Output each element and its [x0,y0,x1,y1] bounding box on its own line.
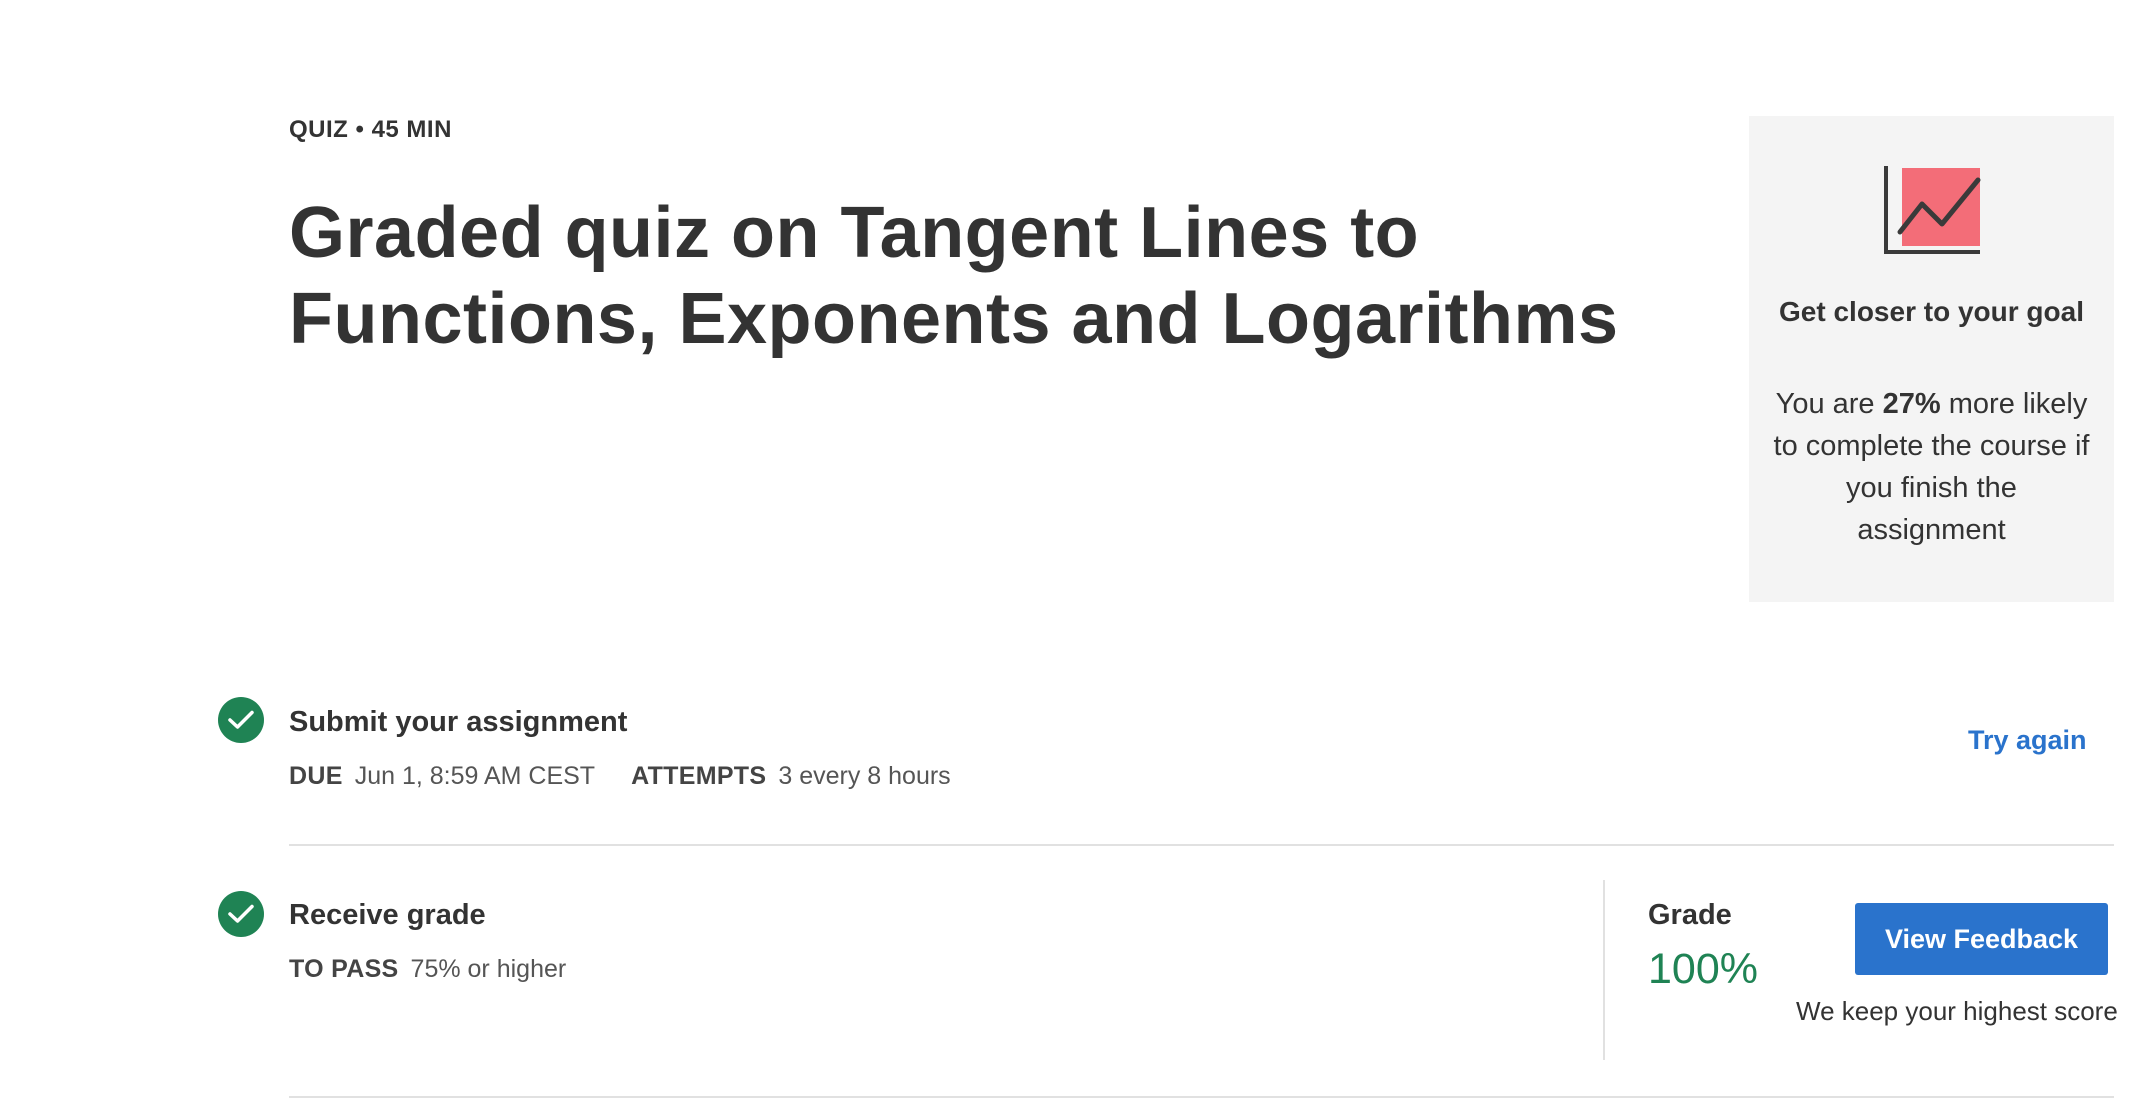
view-feedback-button[interactable]: View Feedback [1855,903,2108,975]
try-again-link[interactable]: Try again [1968,725,2087,756]
pass-label: TO PASS [289,955,399,983]
check-circle-icon [218,891,264,937]
grade-step-title: Receive grade [289,899,486,931]
submit-step-title: Submit your assignment [289,706,628,738]
chart-line-icon [1882,166,1982,256]
goal-heading: Get closer to your goal [1779,296,2084,327]
pass-meta: TO PASS 75% or higher [289,955,566,984]
check-circle-icon [218,697,264,743]
vertical-divider [1603,880,1605,1060]
grade-value: 100% [1648,945,1758,993]
goal-card: Get closer to your goal You are 27% more… [1749,116,2114,602]
goal-percent: 27% [1882,388,1941,420]
due-value: Jun 1, 8:59 AM CEST [354,762,596,790]
divider [289,844,2114,846]
grade-label: Grade [1648,899,1732,931]
attempts-label: ATTEMPTS [631,762,767,790]
page-title: Graded quiz on Tangent Lines to Function… [289,193,1619,359]
due-label: DUE [289,762,343,790]
pass-value: 75% or higher [410,955,567,983]
submit-meta: DUE Jun 1, 8:59 AM CEST ATTEMPTS 3 every 8 … [289,762,951,791]
item-kicker: QUIZ • 45 MIN [289,116,452,143]
attempts-value: 3 every 8 hours [778,762,951,790]
goal-text: You are 27% more likely to complete the … [1769,383,2094,551]
goal-text-before: You are [1775,388,1875,420]
highest-score-note: We keep your highest score [1796,996,2118,1026]
